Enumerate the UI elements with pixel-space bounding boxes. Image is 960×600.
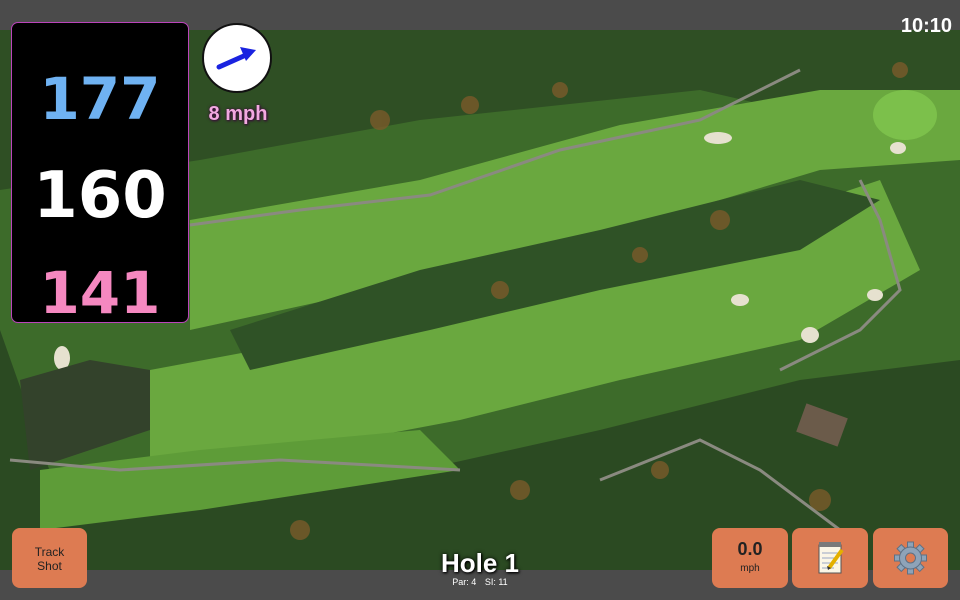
wind-speed-value: 0.0 <box>737 539 763 559</box>
status-clock: 10:10 <box>900 15 952 37</box>
hole-stroke-index: SI: 11 <box>484 577 508 587</box>
hole-title: Hole 1 <box>440 548 520 578</box>
notepad-icon <box>818 542 844 574</box>
track-shot-label-line2: Shot <box>37 559 62 573</box>
wind-speed-label: 8 mph <box>208 103 268 125</box>
settings-button[interactable] <box>873 528 948 588</box>
notes-button[interactable] <box>792 528 868 588</box>
distance-middle: 160 <box>33 159 167 233</box>
hole-meta: Par: 4 SI: 11 <box>380 577 580 587</box>
wind-direction-dial[interactable] <box>202 23 272 93</box>
gear-icon <box>894 541 927 575</box>
wind-speed-unit: mph <box>740 563 760 574</box>
wind-arrow-icon <box>216 47 256 70</box>
distance-back: 177 <box>39 65 161 133</box>
track-shot-label-line1: Track <box>34 545 65 559</box>
wind-speed-button[interactable]: 0.0 mph <box>712 528 788 588</box>
distance-front: 141 <box>39 259 161 327</box>
hole-par: Par: 4 <box>452 577 477 587</box>
track-shot-button[interactable]: Track Shot <box>12 528 87 588</box>
distance-panel[interactable]: 177 160 141 <box>11 22 189 327</box>
